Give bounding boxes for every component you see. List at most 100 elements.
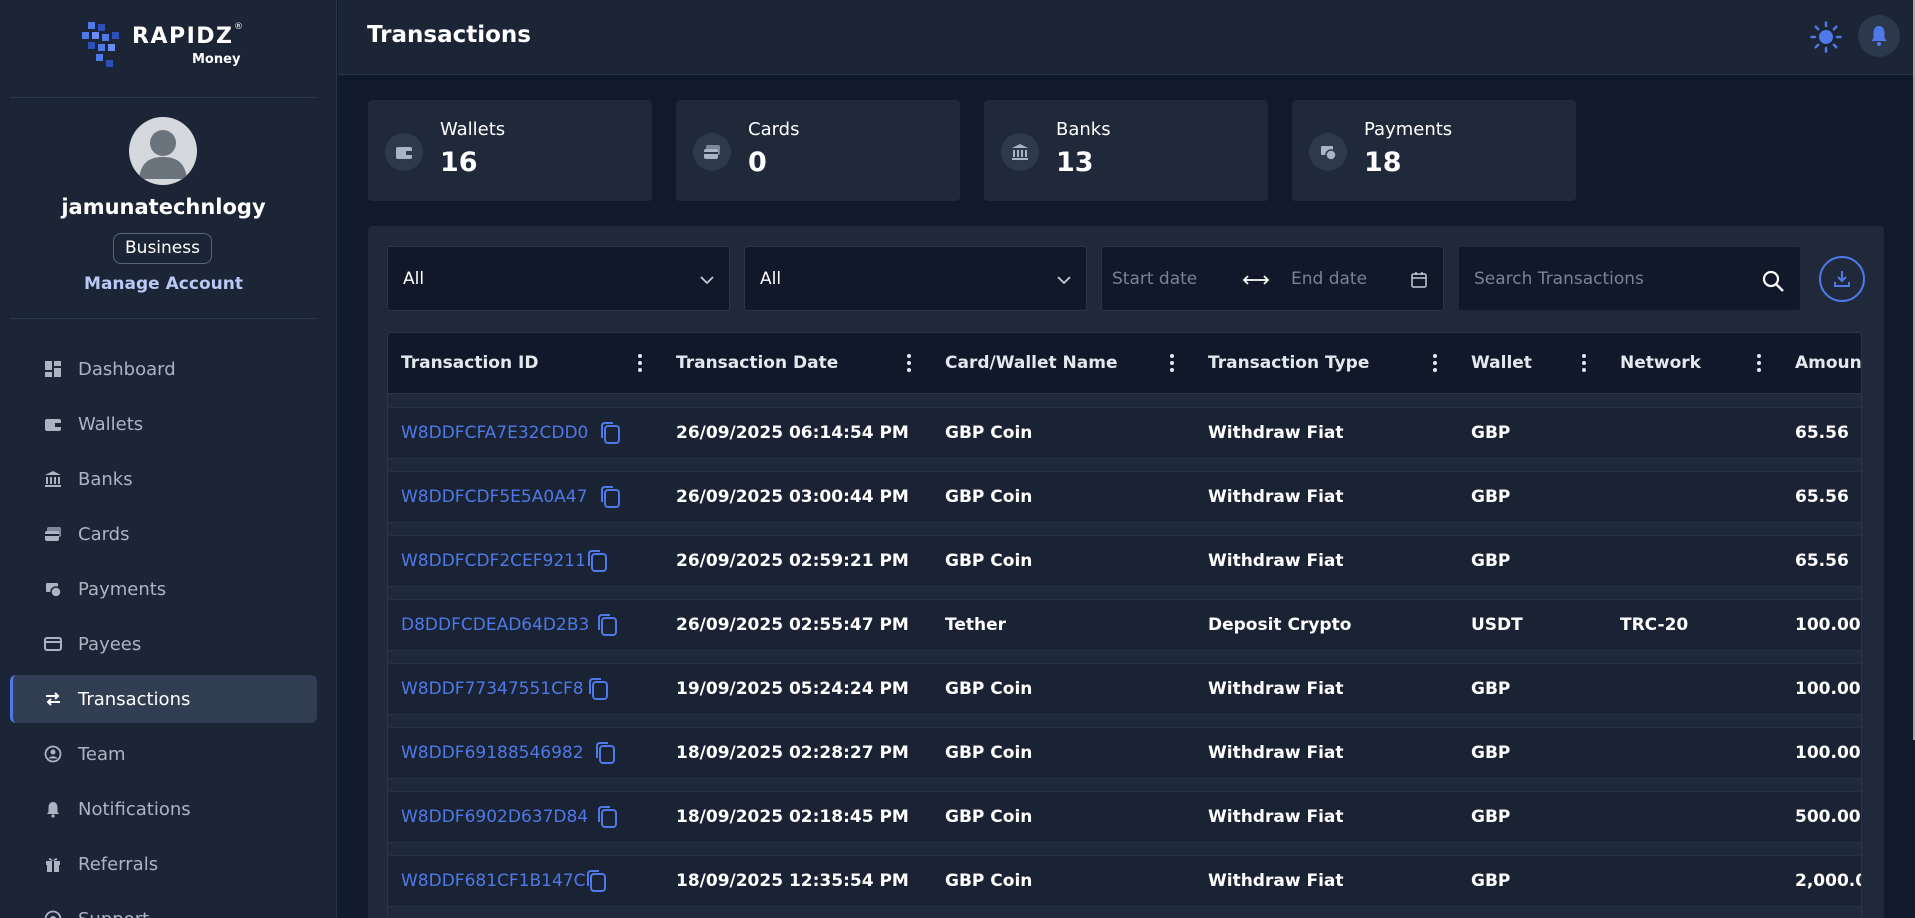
copy-icon[interactable] bbox=[586, 676, 610, 702]
transaction-type-cell: Withdraw Fiat bbox=[1208, 679, 1344, 699]
copy-icon[interactable] bbox=[584, 868, 608, 894]
amount-cell: 100.00 bbox=[1795, 679, 1861, 699]
copy-icon[interactable] bbox=[593, 740, 617, 766]
column-menu-icon[interactable] bbox=[1432, 353, 1438, 373]
download-button[interactable] bbox=[1819, 256, 1865, 302]
copy-icon[interactable] bbox=[595, 612, 619, 638]
filter-select-2[interactable]: All bbox=[744, 246, 1087, 311]
manage-account-link[interactable]: Manage Account bbox=[0, 274, 327, 294]
column-header[interactable]: Network bbox=[1620, 353, 1701, 373]
copy-icon[interactable] bbox=[595, 804, 619, 830]
table-row[interactable]: D8DDFCDEAD64D2B3 26/09/2025 02:55:47 PM Te… bbox=[388, 599, 1861, 651]
search-icon[interactable] bbox=[1761, 269, 1785, 293]
transaction-id-link[interactable]: W8DDF69188546982 bbox=[401, 743, 584, 763]
brand-logo[interactable]: RAPIDZ ® Money bbox=[82, 22, 252, 72]
card-icon bbox=[44, 525, 62, 543]
transaction-id-link[interactable]: D8DDFCDEAD64D2B3 bbox=[401, 615, 589, 635]
wallet-icon bbox=[44, 415, 62, 433]
stat-label: Wallets bbox=[440, 119, 506, 140]
transaction-id-link[interactable]: W8DDFCDF5E5A0A47 bbox=[401, 487, 587, 507]
transaction-type-cell: Withdraw Fiat bbox=[1208, 871, 1344, 891]
stat-card-payments[interactable]: Payments 18 bbox=[1292, 100, 1576, 201]
transaction-id-link[interactable]: W8DDF77347551CF8 bbox=[401, 679, 584, 699]
account-type-badge: Business bbox=[113, 233, 212, 264]
column-menu-icon[interactable] bbox=[1756, 353, 1762, 373]
column-header[interactable]: Transaction ID bbox=[401, 353, 538, 373]
transactions-panel: All All Start date End date Search Trans… bbox=[368, 226, 1884, 918]
transaction-type-cell: Withdraw Fiat bbox=[1208, 423, 1344, 443]
sidebar-item-payments[interactable]: Payments bbox=[10, 565, 317, 613]
bank-icon bbox=[1001, 133, 1039, 171]
copy-icon[interactable] bbox=[598, 420, 622, 446]
divider bbox=[10, 318, 317, 319]
table-row[interactable]: W8DDF77347551CF8 19/09/2025 05:24:24 PM GB… bbox=[388, 663, 1861, 715]
top-header: Transactions bbox=[338, 0, 1915, 75]
transaction-date-cell: 26/09/2025 02:55:47 PM bbox=[676, 615, 909, 635]
column-header[interactable]: Transaction Type bbox=[1208, 353, 1369, 373]
sidebar-item-label: Wallets bbox=[78, 413, 144, 435]
calendar-icon[interactable] bbox=[1411, 271, 1427, 288]
amount-cell: 100.00 bbox=[1795, 743, 1861, 763]
notifications-button[interactable] bbox=[1858, 15, 1900, 57]
copy-icon[interactable] bbox=[585, 548, 609, 574]
amount-cell: 65.56 bbox=[1795, 487, 1849, 507]
sidebar-item-banks[interactable]: Banks bbox=[10, 455, 317, 503]
team-icon bbox=[44, 745, 62, 763]
date-range-picker[interactable]: Start date End date bbox=[1101, 246, 1444, 311]
column-menu-icon[interactable] bbox=[1581, 353, 1587, 373]
transaction-date-cell: 19/09/2025 05:24:24 PM bbox=[676, 679, 909, 699]
table-row[interactable]: W8DDF69188546982 18/09/2025 02:28:27 PM GB… bbox=[388, 727, 1861, 779]
sidebar-item-support[interactable]: Support bbox=[10, 895, 317, 918]
amount-cell: 500.00 bbox=[1795, 807, 1861, 827]
column-header[interactable]: Wallet bbox=[1471, 353, 1532, 373]
transaction-type-cell: Withdraw Fiat bbox=[1208, 743, 1344, 763]
stat-card-banks[interactable]: Banks 13 bbox=[984, 100, 1268, 201]
table-row[interactable]: W8DDFCDF2CEF9211 26/09/2025 02:59:21 PM GB… bbox=[388, 535, 1861, 587]
end-date-input[interactable]: End date bbox=[1291, 269, 1367, 289]
transaction-type-cell: Withdraw Fiat bbox=[1208, 807, 1344, 827]
transaction-id-link[interactable]: W8DDFCDF2CEF9211 bbox=[401, 551, 586, 571]
search-transactions-input[interactable]: Search Transactions bbox=[1458, 246, 1801, 311]
sidebar-item-dashboard[interactable]: Dashboard bbox=[10, 345, 317, 393]
sidebar-item-wallets[interactable]: Wallets bbox=[10, 400, 317, 448]
column-header[interactable]: Transaction Date bbox=[676, 353, 838, 373]
table-row[interactable]: W8DDFCDF5E5A0A47 26/09/2025 03:00:44 PM GB… bbox=[388, 471, 1861, 523]
column-menu-icon[interactable] bbox=[637, 353, 643, 373]
transaction-date-cell: 26/09/2025 06:14:54 PM bbox=[676, 423, 909, 443]
bank-icon bbox=[44, 470, 62, 488]
bell-icon bbox=[44, 800, 62, 818]
copy-icon[interactable] bbox=[598, 484, 622, 510]
sidebar-item-payees[interactable]: Payees bbox=[10, 620, 317, 668]
sidebar-item-notifications[interactable]: Notifications bbox=[10, 785, 317, 833]
sidebar: RAPIDZ ® Money jamunatechnlogy Business … bbox=[0, 0, 337, 918]
sidebar-item-referrals[interactable]: Referrals bbox=[10, 840, 317, 888]
transaction-id-link[interactable]: W8DDF681CF1B147C bbox=[401, 871, 585, 891]
start-date-input[interactable]: Start date bbox=[1112, 269, 1197, 289]
column-menu-icon[interactable] bbox=[906, 353, 912, 373]
table-row[interactable]: W8DDF6902D637D84 18/09/2025 02:18:45 PM GB… bbox=[388, 791, 1861, 843]
avatar[interactable] bbox=[129, 117, 197, 185]
payments-icon bbox=[1309, 133, 1347, 171]
table-row[interactable]: W8DDF681CF1B147C 18/09/2025 12:35:54 PM GB… bbox=[388, 855, 1861, 907]
column-header[interactable]: Card/Wallet Name bbox=[945, 353, 1118, 373]
table-row[interactable]: W8DDFCFA7E32CDD0 26/09/2025 06:14:54 PM GB… bbox=[388, 407, 1861, 459]
stat-value: 0 bbox=[748, 147, 767, 178]
sidebar-item-cards[interactable]: Cards bbox=[10, 510, 317, 558]
wallet-cell: GBP bbox=[1471, 487, 1511, 507]
wallet-cell: GBP bbox=[1471, 679, 1511, 699]
sun-icon[interactable] bbox=[1810, 21, 1842, 53]
transaction-id-link[interactable]: W8DDFCFA7E32CDD0 bbox=[401, 423, 588, 443]
sidebar-item-team[interactable]: Team bbox=[10, 730, 317, 778]
stat-card-wallets[interactable]: Wallets 16 bbox=[368, 100, 652, 201]
card-icon bbox=[693, 133, 731, 171]
column-menu-icon[interactable] bbox=[1169, 353, 1175, 373]
sidebar-item-transactions[interactable]: Transactions bbox=[10, 675, 317, 723]
stat-value: 18 bbox=[1364, 147, 1402, 178]
transfer-icon bbox=[44, 690, 62, 708]
filter-select-1[interactable]: All bbox=[387, 246, 730, 311]
stat-card-cards[interactable]: Cards 0 bbox=[676, 100, 960, 201]
column-header[interactable]: Amoun bbox=[1795, 353, 1861, 373]
transaction-id-link[interactable]: W8DDF6902D637D84 bbox=[401, 807, 588, 827]
wallet-icon bbox=[385, 133, 423, 171]
gift-icon bbox=[44, 855, 62, 873]
